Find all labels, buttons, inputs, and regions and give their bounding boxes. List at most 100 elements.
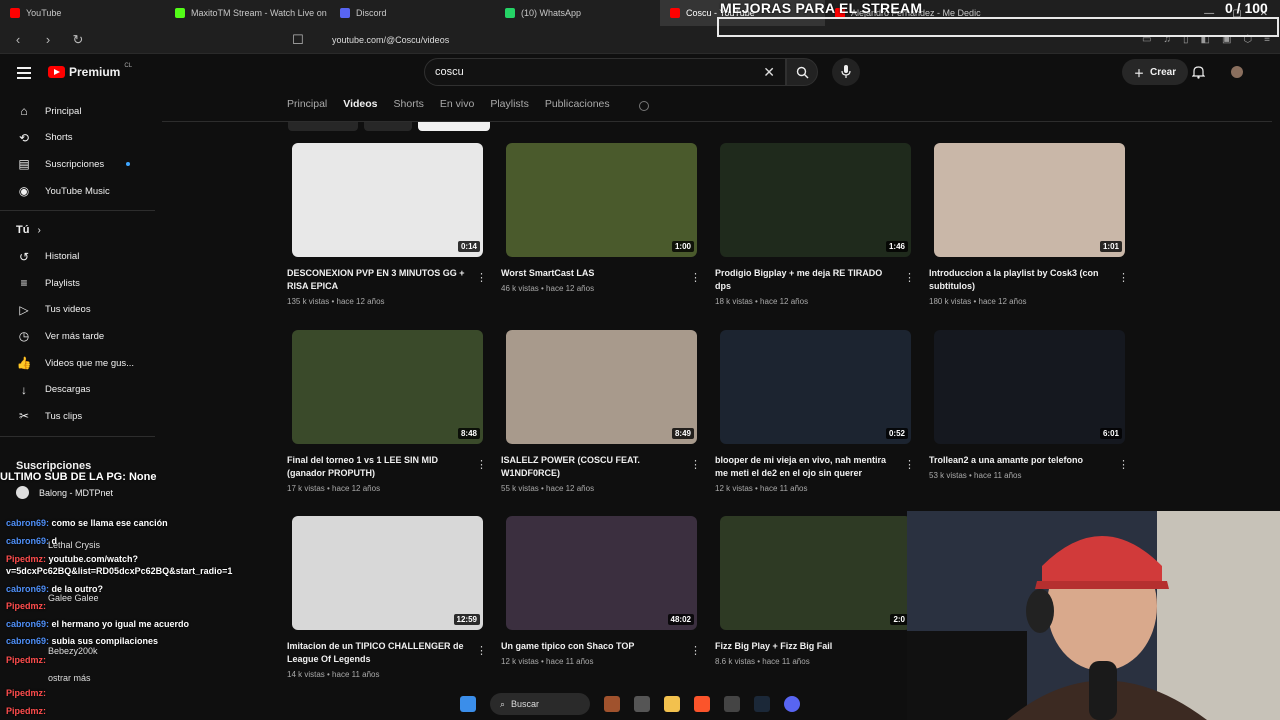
video-thumbnail[interactable]: 8:48 xyxy=(292,330,483,444)
sidebar-item-your-videos[interactable]: ▷ Tus videos xyxy=(0,297,155,324)
video-menu-icon[interactable]: ⋮ xyxy=(690,458,701,471)
account-avatar[interactable] xyxy=(1231,66,1243,78)
search-button[interactable] xyxy=(786,58,818,86)
show-more-link[interactable]: ostrar más xyxy=(48,673,91,683)
video-card[interactable]: 8:49 ISALELZ POWER (COSCU FEAT. W1NDF0RCE… xyxy=(501,330,701,493)
video-card[interactable]: 2:0 Fizz Big Play + Fizz Big Fail 8.6 k vi… xyxy=(715,516,915,666)
tab-en-vivo[interactable]: En vivo xyxy=(440,98,474,110)
back-icon[interactable]: ‹ xyxy=(10,32,26,47)
video-card[interactable]: 1:01 Introduccion a la playlist by Cosk3 … xyxy=(929,143,1129,306)
brave-browser-icon[interactable] xyxy=(694,696,710,712)
sidebar-item-playlists[interactable]: ≡ Playlists xyxy=(0,270,155,297)
video-title[interactable]: Fizz Big Play + Fizz Big Fail xyxy=(715,640,900,653)
windows-start-icon[interactable] xyxy=(460,696,476,712)
sidebar-item-subscriptions[interactable]: ▤ Suscripciones xyxy=(0,151,155,178)
browser-tab[interactable]: (10) WhatsApp xyxy=(495,0,660,26)
steam-icon[interactable] xyxy=(754,696,770,712)
video-thumbnail[interactable]: 0:14 xyxy=(292,143,483,257)
video-thumbnail[interactable]: 48:02 xyxy=(506,516,697,630)
video-title[interactable]: Un game tipico con Shaco TOP xyxy=(501,640,686,653)
bookmark-icon[interactable]: ☐ xyxy=(290,32,306,48)
subscription-channel[interactable]: Lethal Crysis xyxy=(48,540,100,550)
video-thumbnail[interactable]: 1:46 xyxy=(720,143,911,257)
sidebar-item-music[interactable]: ◉ YouTube Music xyxy=(0,178,155,205)
clear-search-icon[interactable]: ✕ xyxy=(763,64,775,81)
tab-playlists[interactable]: Playlists xyxy=(490,98,529,110)
taskbar-widget-icon[interactable] xyxy=(604,696,620,712)
video-menu-icon[interactable]: ⋮ xyxy=(1118,458,1129,471)
video-title[interactable]: Introduccion a la playlist by Cosk3 (con… xyxy=(929,267,1114,293)
video-menu-icon[interactable]: ⋮ xyxy=(904,271,915,284)
microphone-button[interactable] xyxy=(832,58,860,86)
tab-publicaciones[interactable]: Publicaciones xyxy=(545,98,610,110)
discord-icon[interactable] xyxy=(784,696,800,712)
video-card[interactable]: 6:01 Trollean2 a una amante por telefono 5… xyxy=(929,330,1129,480)
sort-chip[interactable] xyxy=(288,122,358,131)
video-card[interactable]: 1:00 Worst SmartCast LAS 46 k vistas • hac… xyxy=(501,143,701,293)
stream-goal-title: MEJORAS PARA EL STREAM xyxy=(720,0,923,16)
taskbar-search[interactable]: ⌕ Buscar xyxy=(490,693,590,715)
notifications-bell-icon[interactable] xyxy=(1191,65,1206,82)
video-thumbnail[interactable]: 12:59 xyxy=(292,516,483,630)
like-icon: 👍 xyxy=(16,356,32,371)
sidebar-item-like[interactable]: 👍 Videos que me gus... xyxy=(0,350,155,377)
task-view-icon[interactable] xyxy=(634,696,650,712)
sidebar-item-home[interactable]: ⌂ Principal xyxy=(0,98,155,125)
video-thumbnail[interactable]: 2:0 xyxy=(720,516,911,630)
create-button[interactable]: ＋ Crear xyxy=(1122,59,1189,85)
app-icon[interactable] xyxy=(724,696,740,712)
youtube-premium-logo[interactable]: Premium CL xyxy=(48,63,132,79)
video-menu-icon[interactable]: ⋮ xyxy=(1118,271,1129,284)
tab-shorts[interactable]: Shorts xyxy=(394,98,424,110)
search-tab-icon[interactable] xyxy=(639,101,649,111)
video-card[interactable]: 12:59 Imitacion de un TIPICO CHALLENGER d… xyxy=(287,516,487,679)
video-card[interactable]: 8:48 Final del torneo 1 vs 1 LEE SIN MID … xyxy=(287,330,487,493)
sort-chip[interactable] xyxy=(418,122,490,131)
video-title[interactable]: ISALELZ POWER (COSCU FEAT. W1NDF0RCE) xyxy=(501,454,686,480)
sidebar-item-download[interactable]: ↓ Descargas xyxy=(0,376,155,403)
browser-tab[interactable]: Discord xyxy=(330,0,495,26)
video-thumbnail[interactable]: 8:49 xyxy=(506,330,697,444)
video-title[interactable]: DESCONEXION PVP EN 3 MINUTOS GG + RISA E… xyxy=(287,267,472,293)
video-title[interactable]: Prodigio Bigplay + me deja RE TIRADO dps xyxy=(715,267,900,293)
video-title[interactable]: Imitacion de un TIPICO CHALLENGER de Lea… xyxy=(287,640,472,666)
sidebar-you-header[interactable]: Tú › xyxy=(0,217,155,243)
video-menu-icon[interactable]: ⋮ xyxy=(904,458,915,471)
video-title[interactable]: Final del torneo 1 vs 1 LEE SIN MID (gan… xyxy=(287,454,472,480)
subscription-channel[interactable]: Bebezy200k xyxy=(48,646,98,656)
reload-icon[interactable]: ↻ xyxy=(70,32,86,48)
tab-videos[interactable]: Videos xyxy=(343,98,377,110)
url-field[interactable]: youtube.com/@Coscu/videos xyxy=(332,35,449,45)
video-menu-icon[interactable]: ⋮ xyxy=(476,271,487,284)
video-card[interactable]: 0:14 DESCONEXION PVP EN 3 MINUTOS GG + RI… xyxy=(287,143,487,306)
subscription-channel[interactable]: Balong - MDTPnet xyxy=(39,488,113,498)
video-menu-icon[interactable]: ⋮ xyxy=(690,271,701,284)
video-menu-icon[interactable]: ⋮ xyxy=(476,458,487,471)
sidebar-item-watch-later[interactable]: ◷ Ver más tarde xyxy=(0,323,155,350)
video-title[interactable]: blooper de mi vieja en vivo, nah mentira… xyxy=(715,454,900,480)
search-input[interactable]: coscu ✕ xyxy=(424,58,786,86)
video-thumbnail[interactable]: 1:00 xyxy=(506,143,697,257)
video-title[interactable]: Trollean2 a una amante por telefono xyxy=(929,454,1114,467)
browser-tab[interactable]: MaxitoTM Stream - Watch Live on Ki xyxy=(165,0,330,26)
shorts-icon: ⟲ xyxy=(18,130,30,145)
video-thumbnail[interactable]: 1:01 xyxy=(934,143,1125,257)
forward-icon[interactable]: › xyxy=(40,32,56,47)
video-card[interactable]: 0:52 blooper de mi vieja en vivo, nah men… xyxy=(715,330,915,493)
sidebar-item-history[interactable]: ↺ Historial xyxy=(0,243,155,270)
tab-principal[interactable]: Principal xyxy=(287,98,327,110)
sort-chip[interactable] xyxy=(364,122,412,131)
video-card[interactable]: 48:02 Un game tipico con Shaco TOP 12 k vi… xyxy=(501,516,701,666)
video-menu-icon[interactable]: ⋮ xyxy=(690,644,701,657)
hamburger-menu-icon[interactable] xyxy=(17,67,31,82)
video-thumbnail[interactable]: 0:52 xyxy=(720,330,911,444)
video-card[interactable]: 1:46 Prodigio Bigplay + me deja RE TIRADO… xyxy=(715,143,915,306)
file-explorer-icon[interactable] xyxy=(664,696,680,712)
sidebar-item-clips[interactable]: ✂ Tus clips xyxy=(0,403,155,430)
browser-tab[interactable]: YouTube xyxy=(0,0,165,26)
video-title[interactable]: Worst SmartCast LAS xyxy=(501,267,686,280)
video-thumbnail[interactable]: 6:01 xyxy=(934,330,1125,444)
subscription-channel[interactable]: Galee Galee xyxy=(48,593,99,603)
sidebar-item-shorts[interactable]: ⟲ Shorts xyxy=(0,125,155,152)
video-menu-icon[interactable]: ⋮ xyxy=(476,644,487,657)
